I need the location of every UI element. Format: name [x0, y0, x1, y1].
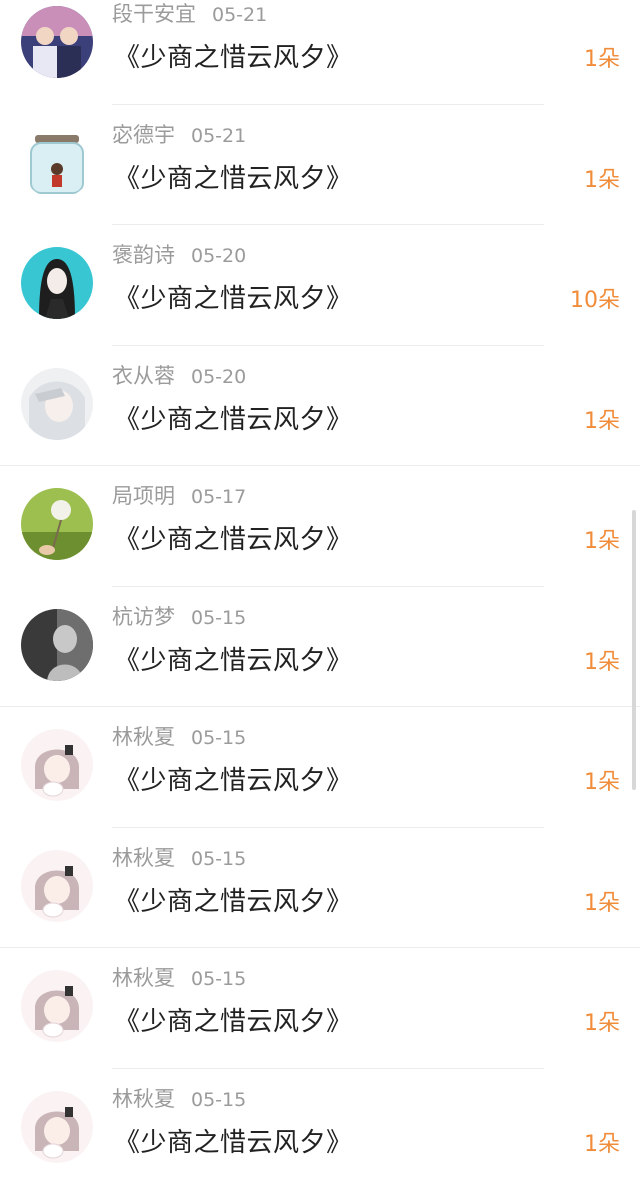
avatar[interactable] [21, 609, 93, 681]
gift-amount: 1朵 [584, 403, 620, 435]
scrollbar[interactable] [632, 510, 636, 790]
gift-date: 05-17 [191, 486, 246, 508]
sender-name: 衣从蓉 [112, 364, 175, 388]
avatar[interactable] [21, 729, 93, 801]
sender-meta: 林秋夏 05-15 [112, 962, 246, 992]
gift-date: 05-15 [191, 1089, 246, 1111]
gift-amount: 1朵 [584, 1126, 620, 1158]
gift-amount: 1朵 [584, 523, 620, 555]
book-title: 《少商之惜云风夕》 [114, 1001, 353, 1038]
book-title: 《少商之惜云风夕》 [114, 881, 353, 918]
gift-date: 05-15 [191, 968, 246, 990]
list-item[interactable]: 段干安宜 05-21 《少商之惜云风夕》 1朵 [0, 0, 640, 105]
book-title: 《少商之惜云风夕》 [114, 399, 353, 436]
book-title: 《少商之惜云风夕》 [114, 519, 353, 556]
sender-name: 宓德宇 [112, 123, 175, 147]
avatar[interactable] [21, 850, 93, 922]
sender-meta: 宓德宇 05-21 [112, 119, 246, 149]
sender-meta: 林秋夏 05-15 [112, 1083, 246, 1113]
avatar[interactable] [21, 1091, 93, 1163]
list-item[interactable]: 林秋夏 05-15 《少商之惜云风夕》 1朵 [0, 828, 640, 949]
gift-amount: 1朵 [584, 764, 620, 796]
gift-date: 05-15 [191, 607, 246, 629]
book-title: 《少商之惜云风夕》 [114, 640, 353, 677]
gift-amount: 1朵 [584, 885, 620, 917]
list-item[interactable]: 局项明 05-17 《少商之惜云风夕》 1朵 [0, 466, 640, 587]
gift-amount: 10朵 [570, 282, 620, 314]
gift-record-list: 段干安宜 05-21 《少商之惜云风夕》 1朵 宓德宇 05-21 《少商之惜云风夕… [0, 0, 640, 1189]
gift-date: 05-15 [191, 848, 246, 870]
book-title: 《少商之惜云风夕》 [114, 278, 353, 315]
gift-date: 05-20 [191, 366, 246, 388]
sender-meta: 褒韵诗 05-20 [112, 239, 246, 269]
list-item[interactable]: 杭访梦 05-15 《少商之惜云风夕》 1朵 [0, 587, 640, 708]
list-item[interactable]: 林秋夏 05-15 《少商之惜云风夕》 1朵 [0, 948, 640, 1069]
book-title: 《少商之惜云风夕》 [114, 760, 353, 797]
sender-meta: 林秋夏 05-15 [112, 842, 246, 872]
sender-meta: 杭访梦 05-15 [112, 601, 246, 631]
list-item[interactable]: 林秋夏 05-15 《少商之惜云风夕》 1朵 [0, 707, 640, 828]
list-item[interactable]: 宓德宇 05-21 《少商之惜云风夕》 1朵 [0, 105, 640, 226]
book-title: 《少商之惜云风夕》 [114, 37, 353, 74]
gift-date: 05-21 [212, 4, 267, 26]
list-item[interactable]: 衣从蓉 05-20 《少商之惜云风夕》 1朵 [0, 346, 640, 467]
avatar[interactable] [21, 970, 93, 1042]
sender-name: 林秋夏 [112, 846, 175, 870]
sender-name: 林秋夏 [112, 966, 175, 990]
gift-date: 05-15 [191, 727, 246, 749]
gift-amount: 1朵 [584, 41, 620, 73]
sender-name: 杭访梦 [112, 605, 175, 629]
sender-name: 林秋夏 [112, 1087, 175, 1111]
gift-amount: 1朵 [584, 162, 620, 194]
book-title: 《少商之惜云风夕》 [114, 1122, 353, 1159]
avatar[interactable] [21, 247, 93, 319]
gift-date: 05-20 [191, 245, 246, 267]
book-title: 《少商之惜云风夕》 [114, 158, 353, 195]
avatar[interactable] [21, 127, 93, 199]
sender-meta: 局项明 05-17 [112, 480, 246, 510]
sender-meta: 段干安宜 05-21 [112, 0, 267, 28]
sender-name: 局项明 [112, 484, 175, 508]
gift-date: 05-21 [191, 125, 246, 147]
avatar[interactable] [21, 488, 93, 560]
avatar[interactable] [21, 368, 93, 440]
sender-name: 段干安宜 [112, 2, 196, 26]
list-item[interactable]: 褒韵诗 05-20 《少商之惜云风夕》 10朵 [0, 225, 640, 346]
sender-name: 林秋夏 [112, 725, 175, 749]
gift-amount: 1朵 [584, 1005, 620, 1037]
sender-name: 褒韵诗 [112, 243, 175, 267]
avatar[interactable] [21, 6, 93, 78]
gift-amount: 1朵 [584, 644, 620, 676]
sender-meta: 衣从蓉 05-20 [112, 360, 246, 390]
list-item[interactable]: 林秋夏 05-15 《少商之惜云风夕》 1朵 [0, 1069, 640, 1189]
sender-meta: 林秋夏 05-15 [112, 721, 246, 751]
